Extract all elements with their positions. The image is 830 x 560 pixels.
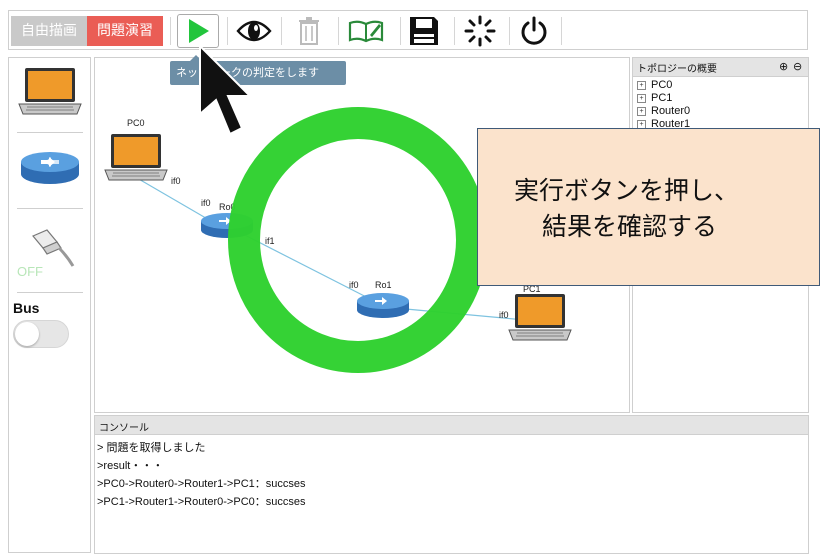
- instruction-callout: 実行ボタンを押し、 結果を確認する: [477, 128, 820, 286]
- expand-icon: +: [637, 106, 646, 116]
- console-line: >PC1->Router1->Router0->PC0：succses: [97, 496, 306, 508]
- mode-practice-tab[interactable]: 問題演習: [87, 16, 163, 46]
- run-button[interactable]: [177, 14, 219, 48]
- router-icon: [21, 152, 79, 184]
- eye-icon: [236, 20, 272, 42]
- power-button[interactable]: [515, 15, 553, 47]
- spinner-icon: [464, 15, 496, 47]
- router0-node[interactable]: [199, 210, 255, 246]
- laptop-icon: [508, 294, 572, 341]
- topology-item-label: PC0: [651, 79, 673, 91]
- pc0-if-label: if0: [171, 176, 181, 186]
- trash-icon: [299, 17, 319, 45]
- loading-button[interactable]: [461, 15, 499, 47]
- topology-item-label: Router0: [651, 105, 691, 117]
- view-button[interactable]: [235, 15, 273, 47]
- router1-if0-label: if0: [349, 280, 359, 290]
- expand-icon: +: [637, 93, 646, 103]
- open-book-icon: [348, 20, 384, 43]
- console-header: コンソール: [95, 416, 808, 435]
- toolbar-divider: [561, 17, 562, 45]
- topology-header: トポロジーの概要 ⊕ ⊖: [633, 58, 808, 77]
- collapse-all-icon[interactable]: ⊖: [793, 60, 802, 73]
- toolbar-divider: [509, 17, 510, 45]
- palette-router[interactable]: [19, 148, 81, 192]
- console-panel: コンソール > 問題を取得しました >result・・・ >PC0->Route…: [94, 415, 809, 554]
- toolbar-divider: [338, 17, 339, 45]
- pc0-label: PC0: [127, 118, 145, 128]
- toolbar-divider: [170, 17, 171, 45]
- palette-laptop[interactable]: [17, 66, 83, 126]
- laptop-icon: [104, 134, 168, 181]
- book-button[interactable]: [347, 15, 385, 47]
- router1-label: Ro1: [375, 280, 392, 290]
- bus-toggle[interactable]: [13, 320, 69, 348]
- router-icon: [201, 213, 253, 238]
- router0-if0-label: if0: [201, 198, 211, 208]
- device-palette: OFF Bus: [8, 57, 91, 553]
- expand-icon: +: [637, 80, 646, 90]
- laptop-icon: [18, 68, 82, 115]
- router-icon: [357, 293, 409, 318]
- mode-free-drawing-tab[interactable]: 自由描画: [11, 16, 87, 46]
- toolbar-divider: [227, 17, 228, 45]
- toolbar-divider: [400, 17, 401, 45]
- pc1-node[interactable]: [507, 292, 573, 352]
- toolbar: 自由描画 問題演習: [8, 10, 808, 50]
- expand-all-icon[interactable]: ⊕: [779, 60, 788, 73]
- topology-title: トポロジーの概要: [637, 64, 717, 75]
- power-icon: [521, 16, 547, 45]
- cable-off-label: OFF: [17, 264, 43, 279]
- router1-node[interactable]: [355, 290, 411, 326]
- router0-if1-label: if1: [265, 236, 275, 246]
- console-line: > 問題を取得しました: [97, 442, 206, 454]
- toolbar-divider: [281, 17, 282, 45]
- palette-divider: [17, 208, 83, 209]
- console-line: >PC0->Router0->Router1->PC1：succses: [97, 478, 306, 490]
- topology-item[interactable]: + PC1: [637, 92, 672, 104]
- console-line: >result・・・: [97, 460, 164, 472]
- console-title: コンソール: [99, 423, 149, 434]
- play-icon: [189, 19, 209, 43]
- bus-label: Bus: [13, 300, 40, 316]
- topology-item[interactable]: + Router0: [637, 105, 690, 117]
- callout-line-1: 実行ボタンを押し、: [514, 176, 740, 205]
- topology-item-label: PC1: [651, 92, 673, 104]
- bus-toggle-knob: [15, 322, 39, 346]
- topology-item[interactable]: + PC0: [637, 79, 672, 91]
- palette-divider: [17, 292, 83, 293]
- palette-divider: [17, 132, 83, 133]
- delete-button[interactable]: [290, 15, 328, 47]
- callout-line-2: 結果を確認する: [542, 212, 718, 241]
- pc0-node[interactable]: [103, 132, 169, 192]
- floppy-disk-icon: [410, 17, 438, 45]
- save-button[interactable]: [405, 15, 443, 47]
- toolbar-divider: [454, 17, 455, 45]
- mouse-cursor-icon: [199, 44, 253, 136]
